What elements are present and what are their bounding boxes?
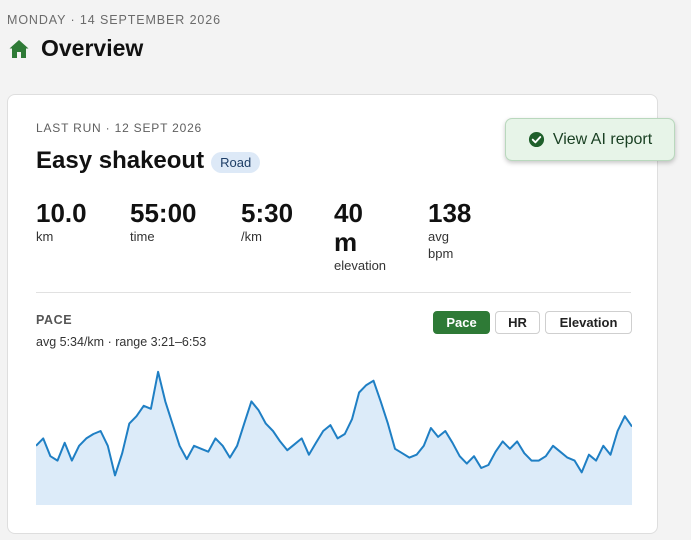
page-title: Overview	[41, 35, 144, 61]
stat-heart-rate: 138 avg bpm	[428, 199, 473, 262]
view-ai-report-label: View AI report	[552, 130, 653, 148]
home-icon	[9, 39, 29, 58]
stat-unit: km	[36, 229, 54, 244]
pace-chart	[36, 370, 632, 505]
stat-time: 55:00 time	[130, 199, 197, 245]
tab-elevation[interactable]: Elevation	[545, 311, 632, 334]
check-circle-icon	[528, 131, 544, 148]
stat-unit: avg bpm	[428, 229, 454, 261]
stat-value: 5:30	[241, 198, 294, 228]
chart-label: PACE	[36, 313, 73, 327]
surface-badge: Road	[211, 152, 261, 173]
page-header: Overview	[8, 35, 143, 62]
stat-unit: elevation	[334, 258, 387, 273]
date-line: MONDAY · 14 SEPTEMBER 2026	[7, 13, 221, 27]
stat-elevation: 40 m elevation	[334, 199, 386, 274]
divider	[36, 292, 631, 293]
run-title-row: Easy shakeout Road	[36, 147, 261, 175]
chart-summary: avg 5:34/km · range 3:21–6:53	[36, 335, 207, 349]
last-run-label: LAST RUN · 12 SEPT 2026	[36, 121, 203, 135]
run-title: Easy shakeout	[36, 147, 205, 174]
stat-value: 40 m	[334, 198, 363, 257]
stat-value: 138	[428, 198, 472, 228]
stat-pace: 5:30 /km	[241, 199, 293, 245]
stat-distance: 10.0 km	[36, 199, 87, 245]
stat-value: 10.0	[36, 198, 87, 228]
view-ai-report-button[interactable]: View AI report	[505, 118, 675, 161]
tab-pace[interactable]: Pace	[433, 311, 490, 334]
stat-unit: /km	[241, 229, 262, 244]
stat-unit: time	[130, 229, 155, 244]
tab-hr[interactable]: HR	[495, 311, 540, 334]
stat-value: 55:00	[130, 198, 197, 228]
